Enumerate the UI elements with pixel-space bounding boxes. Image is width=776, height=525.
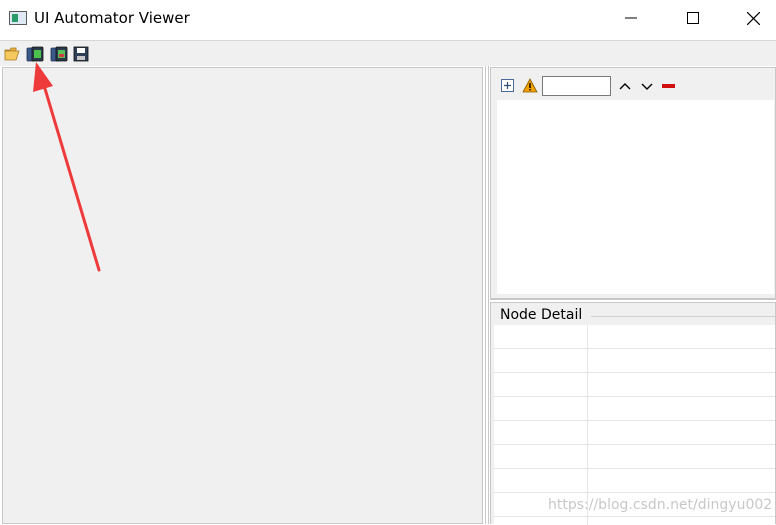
expand-all-button[interactable] — [500, 78, 516, 94]
table-row[interactable] — [494, 349, 775, 373]
table-row[interactable] — [494, 373, 775, 397]
next-result-button[interactable] — [639, 78, 655, 94]
device-screenshot-button[interactable] — [26, 45, 44, 63]
maximize-icon — [687, 12, 699, 24]
previous-result-button[interactable] — [617, 78, 633, 94]
column-separator — [587, 325, 588, 525]
save-button[interactable] — [72, 45, 90, 63]
open-button[interactable] — [4, 45, 22, 63]
app-window-icon — [9, 11, 27, 25]
window-title: UI Automator Viewer — [34, 9, 190, 27]
hierarchy-tree[interactable] — [497, 100, 774, 294]
close-button[interactable] — [730, 0, 776, 36]
device-screenshot-icon — [26, 46, 44, 62]
maximize-button[interactable] — [670, 0, 716, 36]
table-row[interactable] — [494, 421, 775, 445]
clear-icon — [662, 84, 675, 88]
warning-icon — [522, 78, 538, 93]
folder-open-icon — [4, 47, 20, 61]
screenshot-panel[interactable] — [2, 67, 483, 524]
node-detail-table[interactable] — [494, 325, 775, 525]
close-icon — [746, 11, 760, 25]
clear-search-button[interactable] — [661, 78, 677, 94]
main-toolbar — [0, 40, 776, 66]
title-bar: UI Automator Viewer — [0, 0, 776, 36]
nav-to-warning-button[interactable] — [522, 78, 538, 94]
table-row[interactable] — [494, 325, 775, 349]
minimize-button[interactable] — [608, 0, 654, 36]
hierarchy-panel — [490, 67, 776, 299]
watermark-text: https://blog.csdn.net/dingyu002 — [548, 497, 773, 513]
device-screenshot-compressed-button[interactable] — [50, 45, 68, 63]
minimize-icon — [625, 17, 637, 19]
table-row[interactable] — [494, 445, 775, 469]
table-row[interactable] — [494, 397, 775, 421]
group-border — [591, 316, 775, 317]
hierarchy-toolbar — [491, 72, 775, 98]
save-icon — [73, 46, 89, 62]
chevron-up-icon — [619, 83, 631, 90]
device-screenshot-compressed-icon — [50, 46, 68, 62]
vertical-splitter[interactable] — [485, 66, 489, 524]
node-detail-panel: Node Detail — [490, 302, 776, 525]
search-input[interactable] — [542, 76, 611, 96]
chevron-down-icon — [641, 83, 653, 90]
node-detail-title: Node Detail — [500, 307, 585, 323]
table-row[interactable] — [494, 469, 775, 493]
expand-all-icon — [501, 79, 514, 92]
